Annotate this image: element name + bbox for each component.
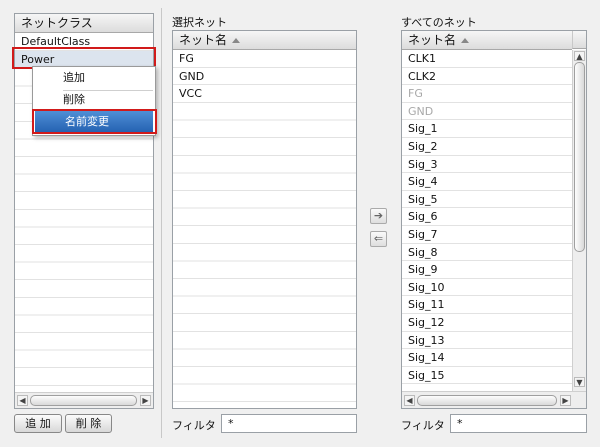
all-net-row[interactable]: CLK1	[402, 50, 572, 68]
all-net-row[interactable]: Sig_3	[402, 156, 572, 174]
all-nets-header-corner	[572, 31, 586, 49]
add-class-button[interactable]: 追 加	[14, 414, 62, 433]
delete-class-button[interactable]: 削 除	[65, 414, 112, 433]
all-net-row[interactable]: Sig_12	[402, 314, 572, 332]
arrow-right-icon: ➔	[373, 209, 384, 222]
net-class-hscrollbar[interactable]: ◀ ▶	[15, 392, 153, 408]
rename-highlight-box	[32, 109, 157, 134]
all-nets-vscroll-thumb[interactable]	[574, 62, 585, 252]
all-net-row[interactable]: Sig_11	[402, 296, 572, 314]
vertical-separator	[161, 8, 162, 438]
selected-nets-column-header[interactable]: ネット名	[173, 31, 356, 50]
all-nets-vscrollbar[interactable]: ▲ ▼	[572, 50, 586, 391]
all-net-row[interactable]: Sig_5	[402, 191, 572, 209]
scroll-right-icon[interactable]: ▶	[560, 395, 571, 406]
scroll-left-icon[interactable]: ◀	[404, 395, 415, 406]
selected-nets-column-label: ネット名	[179, 33, 228, 47]
selected-net-row[interactable]: VCC	[173, 85, 356, 103]
all-nets-column-header[interactable]: ネット名	[402, 31, 572, 50]
all-nets-column-label: ネット名	[408, 33, 457, 47]
selected-filter-input[interactable]: *	[221, 414, 357, 433]
all-nets-table: ネット名 CLK1 CLK2 FG GND Sig_1 Sig_2 Sig_3 Sig_4 Si…	[401, 30, 587, 409]
all-nets-hscroll-thumb[interactable]	[417, 395, 557, 406]
all-net-row[interactable]: Sig_4	[402, 173, 572, 191]
all-net-row[interactable]: FG	[402, 85, 572, 103]
all-net-row[interactable]: GND	[402, 103, 572, 121]
all-net-row[interactable]: Sig_7	[402, 226, 572, 244]
all-net-row[interactable]: Sig_15	[402, 367, 572, 385]
all-net-row[interactable]: Sig_10	[402, 279, 572, 297]
all-net-row[interactable]: Sig_8	[402, 244, 572, 262]
remove-from-class-button[interactable]: ⇐	[370, 231, 387, 247]
selected-nets-table: ネット名 FG GND VCC	[172, 30, 357, 409]
net-class-hscroll-thumb[interactable]	[30, 395, 137, 406]
context-menu-divider	[63, 90, 153, 91]
all-nets-hscrollbar[interactable]: ◀ ▶	[402, 391, 586, 408]
scroll-up-icon[interactable]: ▲	[574, 51, 585, 61]
scroll-right-icon[interactable]: ▶	[140, 395, 151, 406]
scroll-down-icon[interactable]: ▼	[574, 377, 585, 387]
selected-nets-title: 選択ネット	[172, 16, 227, 29]
all-nets-rows: CLK1 CLK2 FG GND Sig_1 Sig_2 Sig_3 Sig_4 Sig_5 Si…	[402, 50, 572, 391]
net-class-header[interactable]: ネットクラス	[15, 14, 153, 33]
selected-nets-empty-rows	[173, 103, 356, 408]
all-net-row[interactable]: Sig_13	[402, 332, 572, 350]
selected-filter-label: フィルタ	[172, 419, 216, 432]
sort-ascending-icon	[461, 38, 470, 43]
all-filter-input[interactable]: *	[450, 414, 587, 433]
all-net-row[interactable]: Sig_2	[402, 138, 572, 156]
all-net-row[interactable]: Sig_9	[402, 261, 572, 279]
all-net-row[interactable]: Sig_14	[402, 349, 572, 367]
selected-net-row[interactable]: FG	[173, 50, 356, 68]
add-to-class-button[interactable]: ➔	[370, 208, 387, 224]
arrow-left-icon: ⇐	[373, 232, 384, 245]
context-menu-add[interactable]: 追加	[33, 67, 155, 89]
selected-net-row[interactable]: GND	[173, 68, 356, 86]
all-nets-title: すべてのネット	[401, 16, 477, 29]
sort-ascending-icon	[232, 38, 241, 43]
scroll-left-icon[interactable]: ◀	[17, 395, 28, 406]
context-menu-delete[interactable]: 削除	[33, 89, 155, 111]
all-net-row[interactable]: Sig_6	[402, 208, 572, 226]
all-net-row[interactable]: CLK2	[402, 68, 572, 86]
all-filter-label: フィルタ	[401, 419, 445, 432]
all-net-row[interactable]: Sig_1	[402, 120, 572, 138]
